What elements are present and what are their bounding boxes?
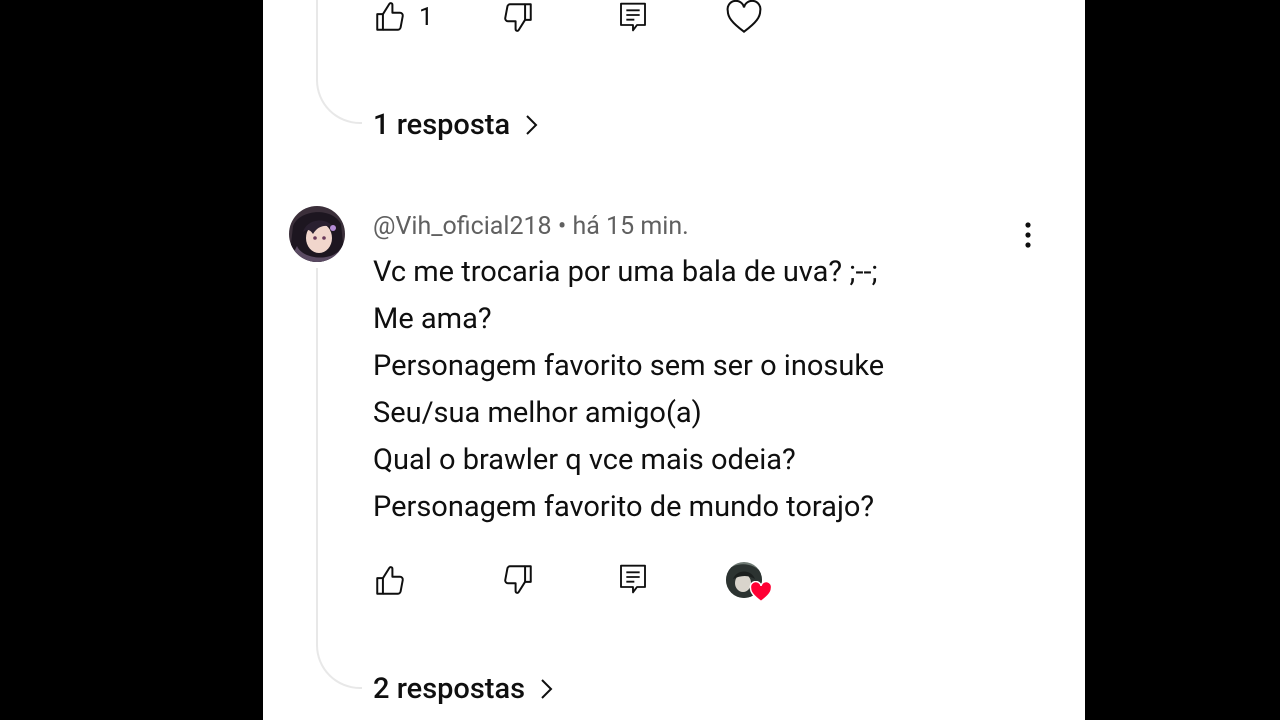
comment-line: Personagem favorito de mundo torajo? xyxy=(373,490,875,524)
more-vert-icon xyxy=(1025,222,1031,248)
like-button[interactable]: 1 xyxy=(373,0,433,34)
more-options-button[interactable] xyxy=(1019,220,1037,250)
like-button[interactable] xyxy=(373,564,407,598)
reply-button[interactable] xyxy=(617,562,649,596)
dislike-button[interactable] xyxy=(501,562,535,596)
reply-comment-icon xyxy=(620,564,646,594)
replies-label: 2 respostas xyxy=(373,672,526,706)
comment-text: Vc me trocaria por uma bala de uva? ;--;… xyxy=(373,254,884,536)
comments-panel: 1 1 resposta @Vih_oficial218 • há 15 min… xyxy=(263,0,1085,720)
thumbs-down-icon xyxy=(504,3,532,32)
chevron-right-icon xyxy=(526,115,538,135)
view-replies-prev[interactable]: 1 resposta xyxy=(373,108,538,142)
creator-heart-button[interactable] xyxy=(725,0,763,34)
thread-line-prev xyxy=(316,0,318,78)
comment-meta: @Vih_oficial218 • há 15 min. xyxy=(373,212,689,241)
comment-line: Vc me trocaria por uma bala de uva? ;--; xyxy=(373,255,878,289)
thread-curve-current xyxy=(316,643,362,689)
dislike-button[interactable] xyxy=(501,0,535,34)
comment-line: Qual o brawler q vce mais odeia? xyxy=(373,443,796,477)
avatar[interactable] xyxy=(289,206,345,262)
author-name[interactable]: @Vih_oficial218 xyxy=(373,212,552,241)
heart-icon xyxy=(749,581,773,603)
thumbs-up-icon xyxy=(376,2,404,31)
comment-line: Seu/sua melhor amigo(a) xyxy=(373,396,702,430)
avatar-image xyxy=(289,206,345,262)
comment-line: Personagem favorito sem ser o inosuke xyxy=(373,349,885,383)
like-count: 1 xyxy=(419,2,434,32)
creator-heart-badge[interactable] xyxy=(725,561,775,605)
replies-label: 1 resposta xyxy=(373,108,511,142)
reply-button[interactable] xyxy=(617,0,649,34)
meta-separator: • xyxy=(557,212,567,241)
thread-line-current xyxy=(316,268,318,644)
thumbs-up-icon xyxy=(376,566,404,595)
heart-icon xyxy=(726,0,762,33)
view-replies-current[interactable]: 2 respostas xyxy=(373,672,553,706)
thumbs-down-icon xyxy=(504,565,532,594)
chevron-right-icon xyxy=(541,679,553,699)
comment-time: há 15 min. xyxy=(572,212,689,241)
comment-line: Me ama? xyxy=(373,302,492,336)
thread-curve-prev xyxy=(316,78,362,124)
reply-comment-icon xyxy=(620,2,646,32)
